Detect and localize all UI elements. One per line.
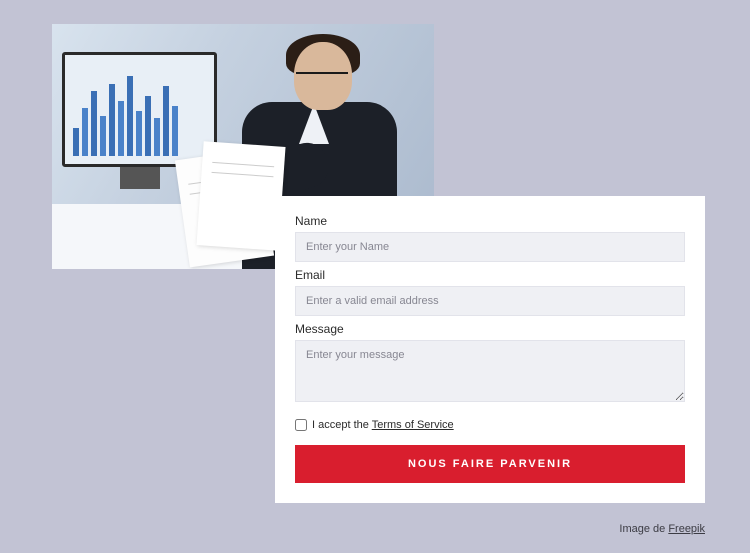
message-label: Message <box>295 322 685 336</box>
attribution-source-link[interactable]: Freepik <box>668 523 705 535</box>
message-input[interactable] <box>295 340 685 402</box>
terms-of-service-link[interactable]: Terms of Service <box>372 419 454 431</box>
contact-form: Name Email Message I accept the Terms of… <box>275 196 705 503</box>
consent-text: I accept the <box>312 419 372 431</box>
name-input[interactable] <box>295 232 685 262</box>
name-label: Name <box>295 214 685 228</box>
chart-bars-icon <box>73 76 178 156</box>
email-label: Email <box>295 268 685 282</box>
monitor-illustration <box>62 52 217 167</box>
consent-row: I accept the Terms of Service <box>295 419 685 431</box>
submit-button[interactable]: NOUS FAIRE PARVENIR <box>295 445 685 483</box>
image-attribution: Image de Freepik <box>619 523 705 535</box>
monitor-stand-illustration <box>120 167 160 189</box>
document-icon <box>196 141 285 250</box>
attribution-prefix: Image de <box>619 523 668 535</box>
email-input[interactable] <box>295 286 685 316</box>
consent-checkbox[interactable] <box>295 419 307 431</box>
